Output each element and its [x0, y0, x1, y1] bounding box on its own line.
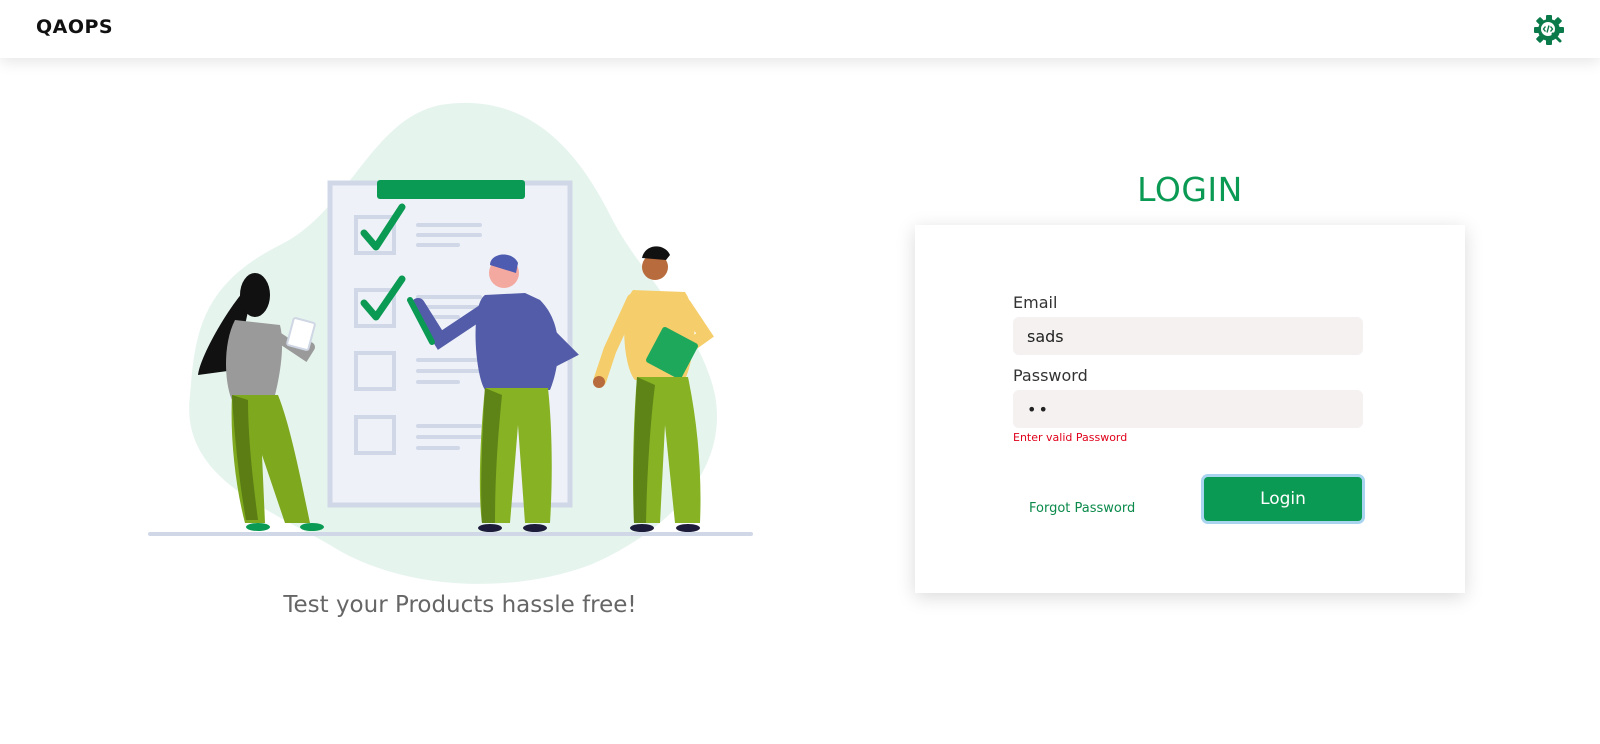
password-field[interactable]	[1013, 390, 1363, 428]
team-checklist-illustration	[140, 95, 780, 590]
top-navbar: QAOPS	[0, 0, 1600, 58]
password-error-message: Enter valid Password	[1013, 431, 1128, 444]
login-card: Email Password Enter valid Password Forg…	[915, 225, 1465, 593]
email-field[interactable]	[1013, 317, 1363, 355]
hero-tagline: Test your Products hassle free!	[283, 592, 637, 618]
email-label: Email	[1013, 293, 1058, 312]
password-label: Password	[1013, 366, 1088, 385]
gear-code-search-icon[interactable]	[1533, 14, 1565, 46]
forgot-password-link[interactable]: Forgot Password	[1029, 501, 1135, 516]
brand-logo[interactable]: QAOPS	[36, 16, 113, 38]
login-title: LOGIN	[1137, 170, 1243, 209]
login-button[interactable]: Login	[1204, 477, 1362, 521]
